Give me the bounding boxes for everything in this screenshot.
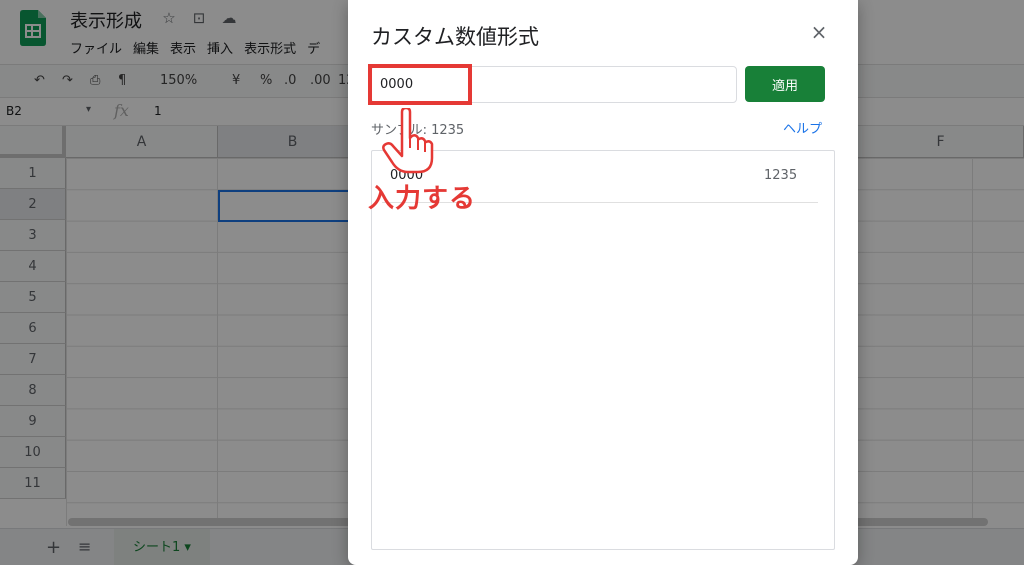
close-icon[interactable]: × [809,22,829,42]
apply-button[interactable]: 適用 [745,66,825,102]
annotation-label: 入力する [368,184,477,214]
dialog-title: カスタム数値形式 [371,25,539,49]
format-preview: 1235 [764,168,798,183]
help-link[interactable]: ヘルプ [783,118,822,137]
hand-pointer-icon [382,108,434,174]
highlight-box [368,64,472,105]
